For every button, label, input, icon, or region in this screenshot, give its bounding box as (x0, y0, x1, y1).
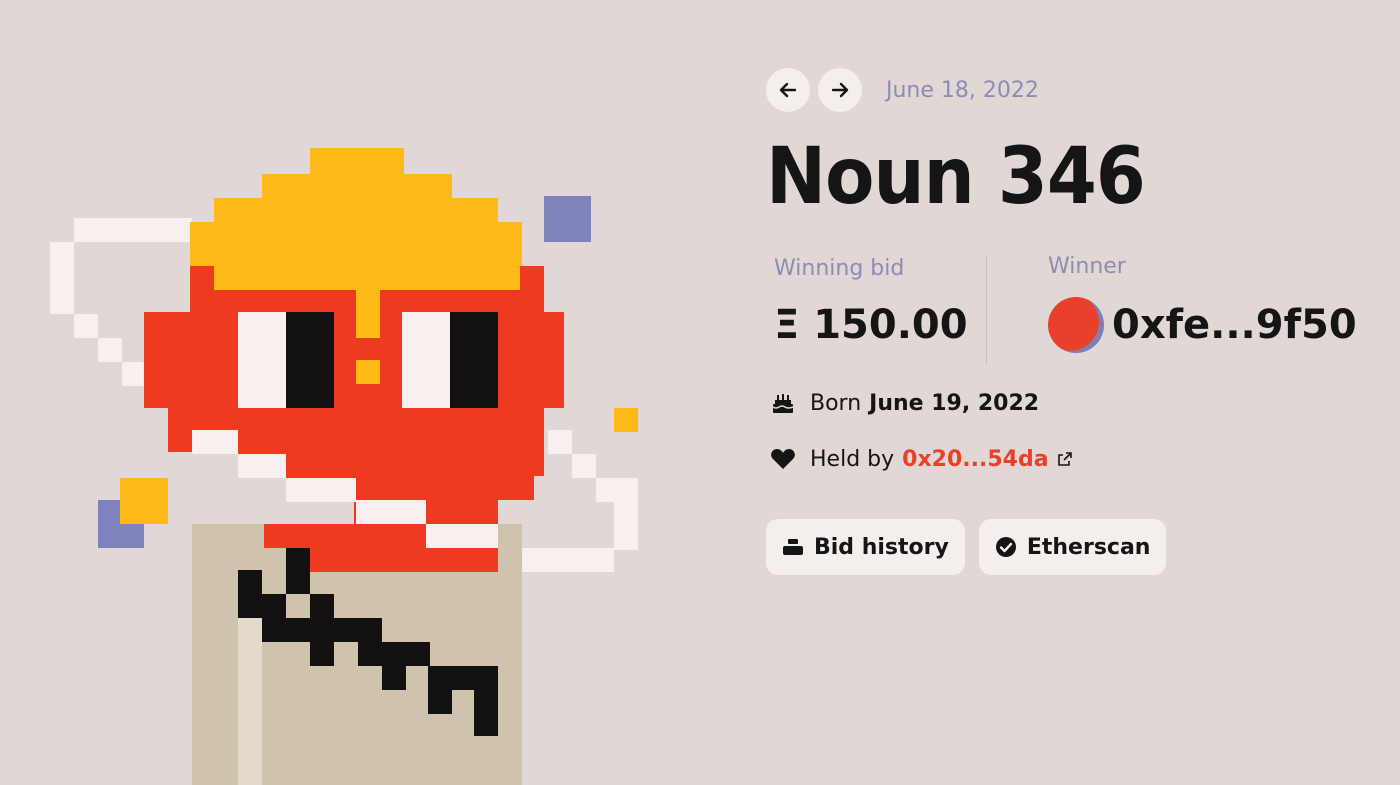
bid-history-button[interactable]: Bid history (766, 519, 965, 575)
stack-icon (782, 536, 804, 558)
etherscan-label: Etherscan (1026, 534, 1151, 560)
winning-bid-value: Ξ 150.00 (774, 302, 968, 348)
action-buttons: Bid history Etherscan (766, 519, 1180, 575)
born-row: Born June 19, 2022 (770, 390, 1039, 416)
noun-pixel-art (50, 148, 638, 785)
auction-info-panel: June 18, 2022 Noun 346 Winning bid Ξ 150… (766, 0, 1386, 785)
auction-date: June 18, 2022 (886, 77, 1039, 103)
winner-avatar (1048, 297, 1104, 353)
bid-history-label: Bid history (814, 534, 949, 560)
external-link-icon[interactable] (1057, 451, 1073, 467)
heart-icon (770, 446, 796, 472)
held-by-row: Held by 0x20...54da (770, 446, 1073, 472)
holder-address-link[interactable]: 0x20...54da (902, 447, 1048, 472)
purple-square-decoration (544, 196, 591, 242)
etherscan-button[interactable]: Etherscan (978, 519, 1167, 575)
next-noun-button[interactable] (818, 68, 862, 112)
noun-artwork (0, 0, 700, 785)
arrow-left-icon (779, 82, 797, 98)
auction-nav: June 18, 2022 (766, 68, 1039, 112)
page-title: Noun 346 (766, 132, 1146, 222)
winning-bid-label: Winning bid (774, 256, 905, 281)
yellow-square-decoration (614, 408, 638, 432)
held-prefix: Held by (810, 446, 895, 472)
noun-auction-page: June 18, 2022 Noun 346 Winning bid Ξ 150… (0, 0, 1400, 785)
born-prefix: Born (810, 390, 862, 416)
prev-noun-button[interactable] (766, 68, 810, 112)
arrow-right-icon (831, 82, 849, 98)
winner-address[interactable]: 0xfe...9f50 (1112, 302, 1357, 348)
check-badge-icon (995, 536, 1017, 558)
born-date: June 19, 2022 (869, 390, 1040, 416)
yellow-square-decoration (120, 478, 168, 524)
cake-icon (770, 390, 796, 416)
stat-divider (986, 256, 987, 364)
winner-label: Winner (1048, 254, 1126, 279)
